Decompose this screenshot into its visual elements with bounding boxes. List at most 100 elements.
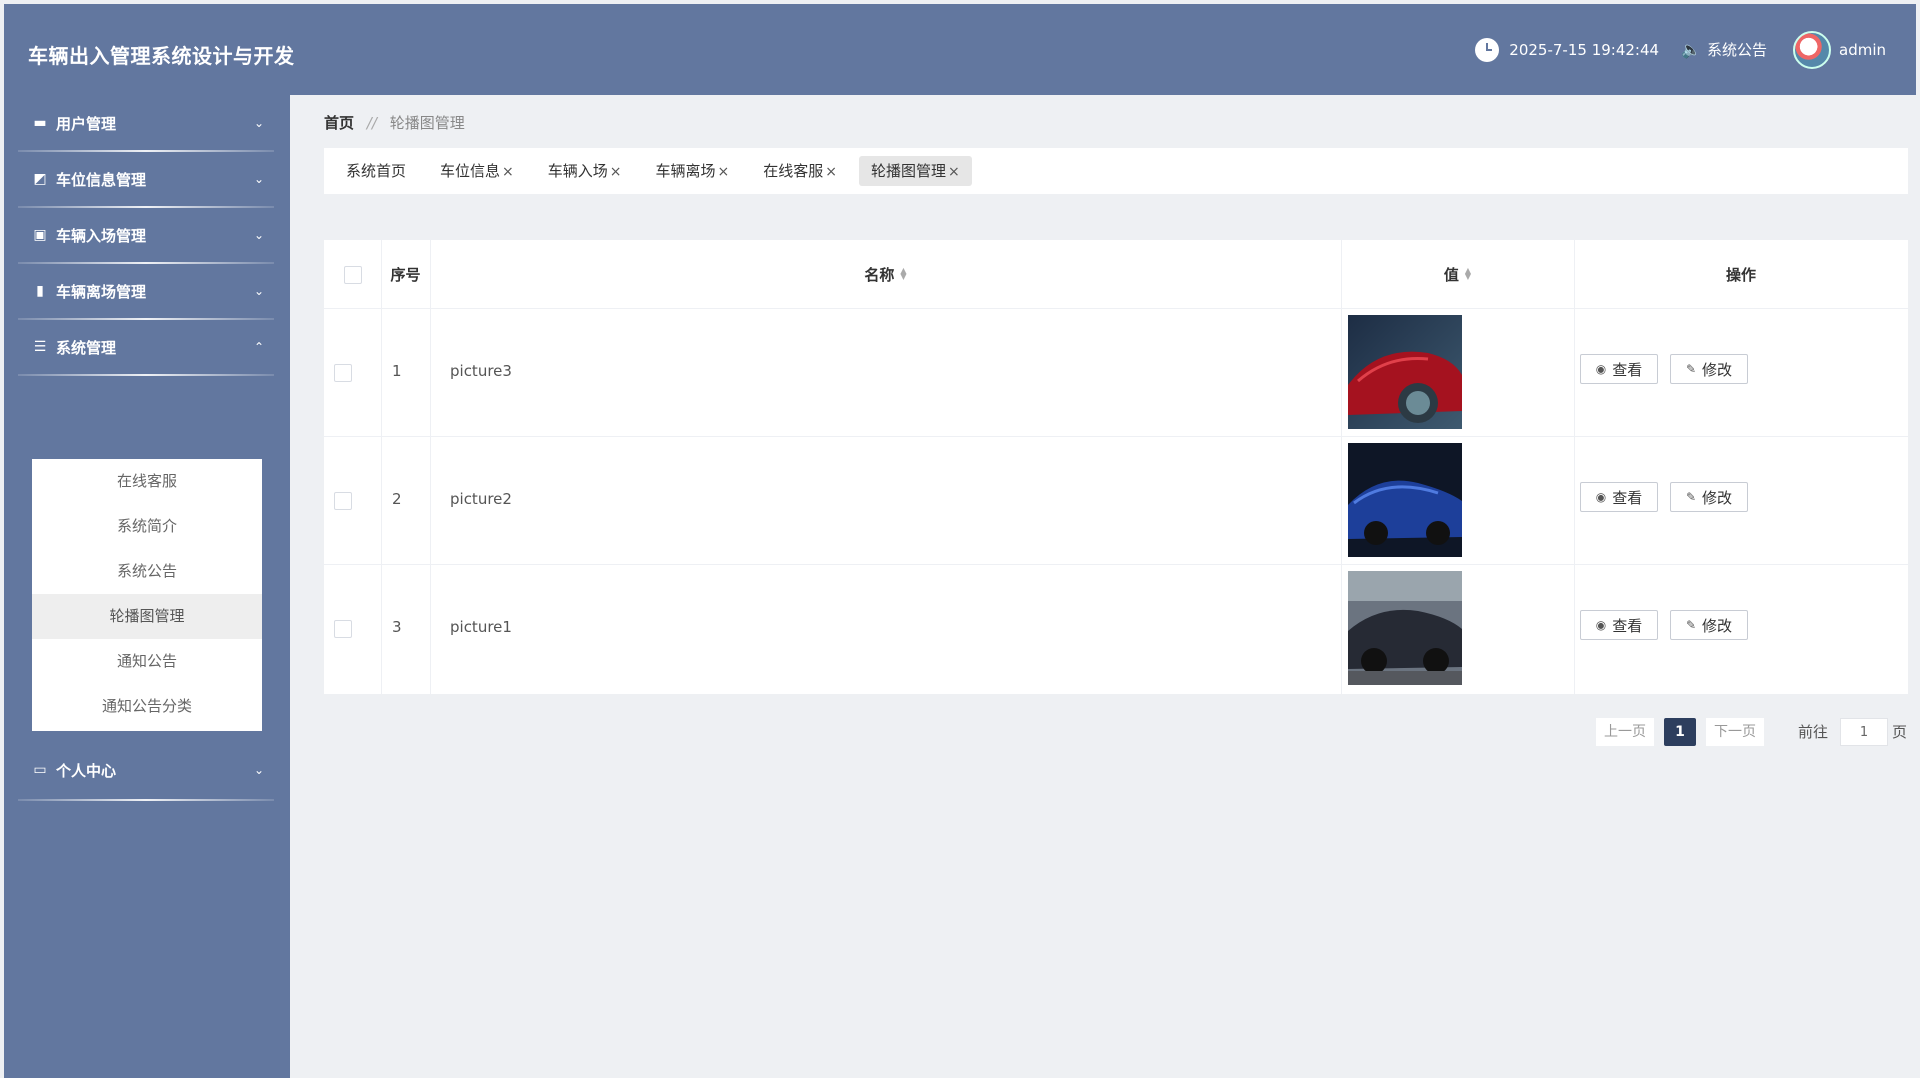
edit-button[interactable]: ✎ 修改 xyxy=(1670,610,1748,640)
tab-vehicle-exit[interactable]: 车辆离场 × xyxy=(644,156,742,186)
tab-label: 在线客服 xyxy=(763,162,824,180)
sidebar-item-system-management[interactable]: ☰ 系统管理 ⌃ xyxy=(4,319,290,375)
view-button[interactable]: ◉ 查看 xyxy=(1580,482,1658,512)
button-label: 查看 xyxy=(1612,616,1643,635)
goto-suffix: 页 xyxy=(1892,723,1908,741)
sidebar-item-vehicle-entry[interactable]: ▣ 车辆入场管理 ⌄ xyxy=(4,207,290,263)
row-index: 3 xyxy=(392,618,402,636)
button-label: 修改 xyxy=(1702,616,1733,635)
submenu-item-notification-categories[interactable]: 通知公告分类 xyxy=(32,684,262,729)
sidebar-item-label: 车辆离场管理 xyxy=(56,282,147,301)
tab-bar: 系统首页 车位信息 × 车辆入场 × 车辆离场 × 在线客服 × 轮播图管理 × xyxy=(324,148,1908,194)
header-actions: 操作 xyxy=(1574,240,1908,308)
view-button[interactable]: ◉ 查看 xyxy=(1580,354,1658,384)
eye-icon: ◉ xyxy=(1595,490,1607,504)
row-name: picture1 xyxy=(450,618,512,636)
sidebar-item-label: 车位信息管理 xyxy=(56,170,147,189)
chevron-down-icon: ⌄ xyxy=(253,116,264,130)
chevron-down-icon: ⌄ xyxy=(253,284,264,298)
row-checkbox[interactable] xyxy=(334,620,352,638)
app-frame: 车辆出入管理系统设计与开发 2025-7-15 19:42:44 🔈 系统公告 … xyxy=(4,4,1916,1078)
row-checkbox[interactable] xyxy=(334,492,352,510)
edit-button[interactable]: ✎ 修改 xyxy=(1670,482,1748,512)
sidebar-item-personal-center[interactable]: ▭ 个人中心 ⌄ xyxy=(4,742,290,798)
tab-label: 车辆离场 xyxy=(655,162,716,180)
sliders-icon: ☰ xyxy=(33,339,47,355)
button-label: 查看 xyxy=(1612,488,1643,507)
tab-online-service[interactable]: 在线客服 × xyxy=(751,156,849,186)
sidebar: ▬ 用户管理 ⌄ ◩ 车位信息管理 ⌄ ▣ 车辆入场管理 ⌄ ▮ 车辆离场管理 … xyxy=(4,95,290,1078)
chevron-down-icon: ⌄ xyxy=(253,172,264,186)
row-index: 2 xyxy=(392,490,402,508)
goto-prefix: 前往 xyxy=(1798,723,1829,741)
sidebar-item-parking-info[interactable]: ◩ 车位信息管理 ⌄ xyxy=(4,151,290,207)
submenu-item-notifications[interactable]: 通知公告 xyxy=(32,639,262,684)
tab-label: 车位信息 xyxy=(440,162,501,180)
header-name[interactable]: 名称 ▲ ▼ xyxy=(430,240,1341,308)
speaker-icon[interactable]: 🔈 xyxy=(1681,40,1701,59)
top-header: 车辆出入管理系统设计与开发 2025-7-15 19:42:44 🔈 系统公告 … xyxy=(4,4,1916,95)
eye-icon: ◉ xyxy=(1595,618,1607,632)
row-checkbox[interactable] xyxy=(334,364,352,382)
row-name: picture2 xyxy=(450,490,512,508)
edit-button[interactable]: ✎ 修改 xyxy=(1670,354,1748,384)
submenu-item-carousel-management[interactable]: 轮播图管理 xyxy=(32,594,262,639)
tab-label: 轮播图管理 xyxy=(871,162,947,180)
sort-icon[interactable]: ▲ ▼ xyxy=(900,267,906,281)
next-page-button[interactable]: 下一页 xyxy=(1706,718,1764,746)
system-notice-link[interactable]: 系统公告 xyxy=(1707,39,1767,60)
close-icon[interactable]: × xyxy=(502,164,514,180)
view-button[interactable]: ◉ 查看 xyxy=(1580,610,1658,640)
blue-sports-car-image xyxy=(1348,443,1462,557)
goto-page-input[interactable] xyxy=(1840,718,1888,746)
tab-carousel-management[interactable]: 轮播图管理 × xyxy=(859,156,972,186)
tab-system-home[interactable]: 系统首页 xyxy=(334,156,418,186)
dark-sports-car-image xyxy=(1348,571,1462,685)
sort-icon[interactable]: ▲ ▼ xyxy=(1465,267,1471,281)
menu-divider xyxy=(18,374,274,376)
breadcrumb-current: 轮播图管理 xyxy=(389,114,465,132)
avatar[interactable] xyxy=(1793,30,1831,69)
eye-icon: ◉ xyxy=(1595,362,1607,376)
card-icon: ▭ xyxy=(33,762,47,778)
tab-parking-info[interactable]: 车位信息 × xyxy=(428,156,526,186)
header-label: 序号 xyxy=(390,265,421,284)
prev-page-button[interactable]: 上一页 xyxy=(1596,718,1654,746)
red-sports-car-image xyxy=(1348,315,1462,429)
button-label: 查看 xyxy=(1612,360,1643,379)
pencil-icon: ✎ xyxy=(1685,490,1697,504)
datetime-display: 2025-7-15 19:42:44 xyxy=(1509,40,1660,59)
page-1-button[interactable]: 1 xyxy=(1664,718,1696,746)
close-icon[interactable]: × xyxy=(718,164,730,180)
header-label: 操作 xyxy=(1725,265,1756,284)
submenu-item-online-service[interactable]: 在线客服 xyxy=(32,459,262,504)
close-icon[interactable]: × xyxy=(825,164,837,180)
username[interactable]: admin xyxy=(1839,41,1886,59)
sidebar-item-vehicle-exit[interactable]: ▮ 车辆离场管理 ⌄ xyxy=(4,263,290,319)
carousel-table: 序号 名称 ▲ ▼ 值 ▲ ▼ 操作 1 picture3 ◉ 查看 ✎ 修改 2 pict… xyxy=(324,240,1908,694)
submenu-item-system-notice[interactable]: 系统公告 xyxy=(32,549,262,594)
tab-label: 系统首页 xyxy=(346,162,407,180)
breadcrumb: 首页 // 轮播图管理 xyxy=(324,112,465,133)
close-icon[interactable]: × xyxy=(610,164,622,180)
header-value[interactable]: 值 ▲ ▼ xyxy=(1341,240,1574,308)
pencil-icon: ✎ xyxy=(1685,362,1697,376)
menu-divider xyxy=(18,799,274,801)
header-index: 序号 xyxy=(381,240,430,308)
clock-icon xyxy=(1475,37,1500,62)
select-all-checkbox[interactable] xyxy=(344,266,362,284)
header-label: 值 xyxy=(1443,265,1459,284)
submenu-item-system-intro[interactable]: 系统简介 xyxy=(32,504,262,549)
sidebar-item-label: 系统管理 xyxy=(56,338,117,357)
button-label: 修改 xyxy=(1702,488,1733,507)
tab-vehicle-entry[interactable]: 车辆入场 × xyxy=(536,156,634,186)
breadcrumb-home[interactable]: 首页 xyxy=(324,114,354,132)
close-icon[interactable]: × xyxy=(948,164,960,180)
sidebar-item-label: 车辆入场管理 xyxy=(56,226,147,245)
row-divider xyxy=(324,436,1908,437)
header-label: 名称 xyxy=(864,265,895,284)
chevron-down-icon: ⌄ xyxy=(253,228,264,242)
clipboard-icon: ▣ xyxy=(33,227,47,243)
sidebar-item-user-management[interactable]: ▬ 用户管理 ⌄ xyxy=(4,95,290,151)
chevron-up-icon: ⌃ xyxy=(253,340,264,354)
